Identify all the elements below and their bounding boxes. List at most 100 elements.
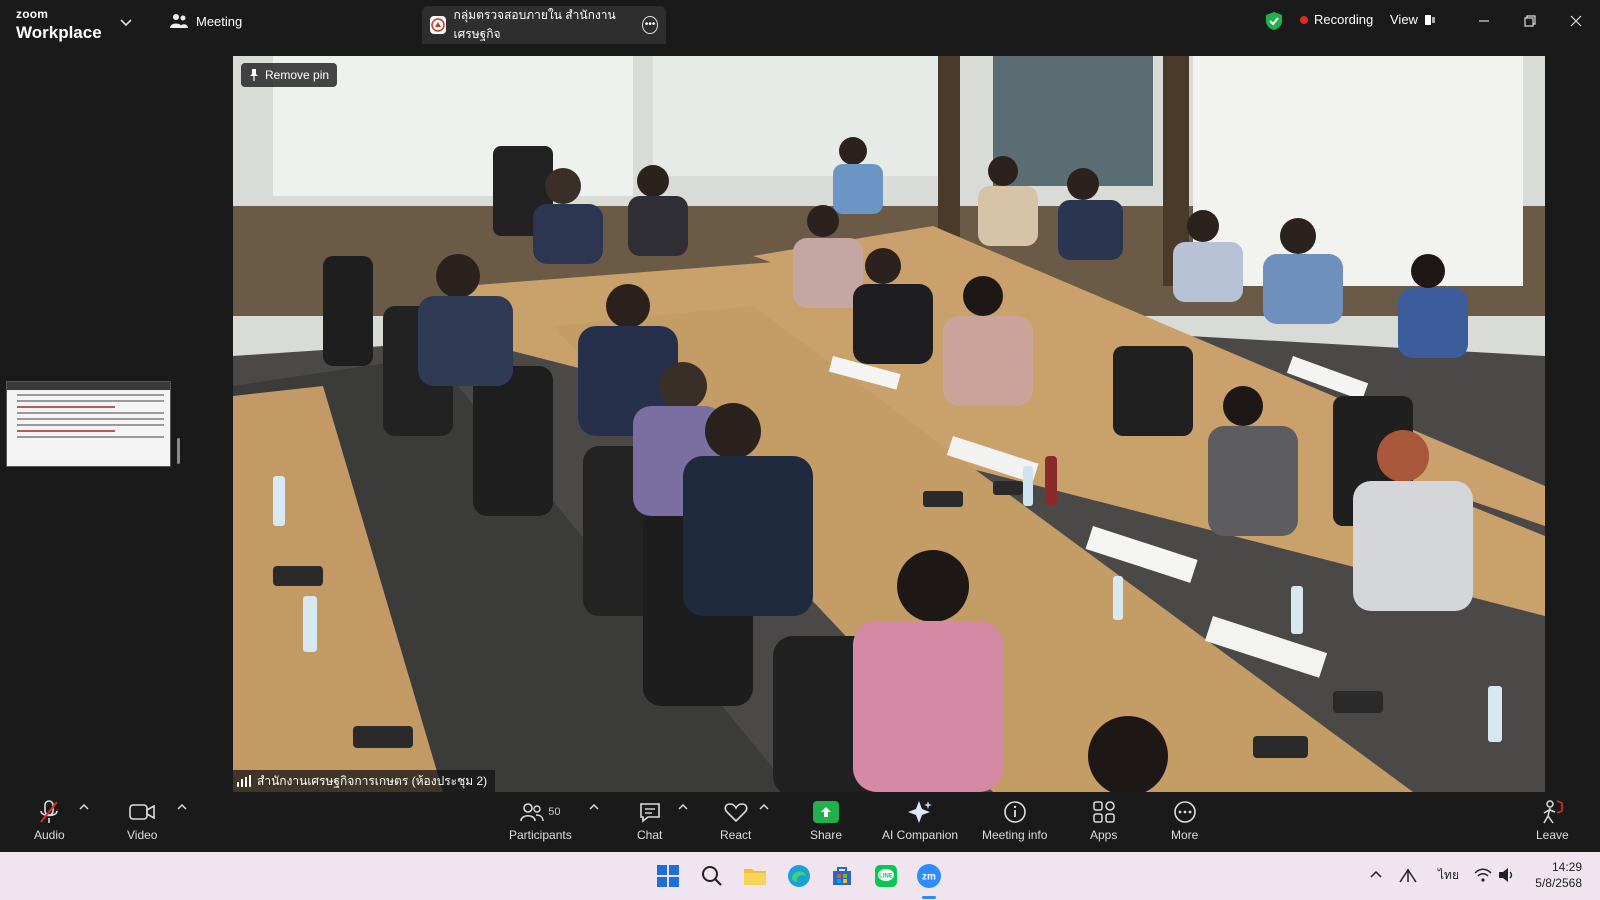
- share-button[interactable]: Share: [810, 798, 842, 842]
- video-options-caret-icon[interactable]: [177, 802, 187, 812]
- organization-logo-icon: [430, 16, 446, 34]
- view-layout-icon: [1424, 14, 1435, 25]
- thumbnail-header-bar: [7, 382, 170, 390]
- chat-options-caret-icon[interactable]: [678, 802, 688, 812]
- thumbnail-text-line: [17, 424, 164, 426]
- meeting-info-button[interactable]: Meeting info: [982, 798, 1047, 842]
- restore-button[interactable]: [1518, 10, 1542, 32]
- meeting-menu-label: Meeting: [196, 13, 243, 29]
- conference-room-scene: [233, 56, 1545, 792]
- apps-icon: [1092, 801, 1115, 823]
- view-label: View: [1390, 12, 1418, 27]
- participants-label: Participants: [509, 828, 572, 842]
- participants-button[interactable]: 50 Participants: [509, 798, 572, 842]
- pin-icon: [250, 69, 258, 81]
- thumbnail-text-line: [17, 406, 115, 408]
- meeting-controls: Audio Video 50 Participants Chat React S…: [0, 792, 1600, 852]
- info-icon: [1003, 801, 1026, 823]
- leave-person-icon: [1543, 800, 1564, 824]
- brand-small: zoom: [16, 7, 49, 21]
- apps-label: Apps: [1090, 828, 1118, 842]
- tray-overflow-chevron-icon[interactable]: [1370, 869, 1382, 881]
- close-icon: [1570, 15, 1582, 27]
- zoom-workplace-logo[interactable]: zoom Workplace: [16, 6, 102, 41]
- volume-icon[interactable]: [1498, 867, 1516, 883]
- react-options-caret-icon[interactable]: [759, 802, 769, 812]
- chat-button[interactable]: Chat: [637, 798, 662, 842]
- meeting-tab[interactable]: กลุ่มตรวจสอบภายใน สำนักงานเศรษฐกิจ •••: [422, 6, 666, 44]
- chat-bubble-icon: [639, 803, 660, 823]
- security-shield-icon[interactable]: [1265, 11, 1283, 31]
- apps-button[interactable]: Apps: [1090, 798, 1117, 842]
- file-explorer-icon[interactable]: [740, 861, 770, 891]
- remove-pin-button[interactable]: Remove pin: [241, 63, 338, 87]
- chat-label: Chat: [637, 828, 663, 842]
- pinned-video-feed[interactable]: Remove pin สำนักงานเศรษฐกิจการเกษตร (ห้อ…: [233, 56, 1545, 792]
- ai-companion-button[interactable]: AI Companion: [882, 798, 958, 842]
- minimize-icon: [1479, 20, 1489, 22]
- input-language[interactable]: ไทย: [1438, 866, 1459, 885]
- remove-pin-label: Remove pin: [265, 68, 330, 82]
- meeting-stage: Remove pin สำนักงานเศรษฐกิจการเกษตร (ห้อ…: [0, 44, 1600, 792]
- react-button[interactable]: React: [720, 798, 751, 842]
- heart-icon: [724, 803, 748, 823]
- thumbnail-text-line: [17, 412, 164, 414]
- video-label: Video: [127, 828, 158, 842]
- clock-date: 5/8/2568: [1535, 876, 1582, 890]
- participants-count: 50: [548, 806, 561, 818]
- edge-icon[interactable]: [784, 861, 814, 891]
- shared-screen-thumbnail[interactable]: [6, 381, 171, 467]
- audio-label: Audio: [34, 828, 65, 842]
- leave-label: Leave: [1536, 828, 1569, 842]
- search-icon[interactable]: [697, 861, 727, 891]
- video-camera-icon: [129, 804, 156, 820]
- participants-icon: [520, 803, 544, 822]
- more-options-icon[interactable]: •••: [642, 16, 658, 34]
- restore-icon: [1524, 15, 1536, 27]
- minimize-button[interactable]: [1472, 10, 1496, 32]
- video-button[interactable]: Video: [127, 798, 157, 842]
- active-app-indicator: [922, 896, 936, 899]
- windows-taskbar: LINE zm ไทย 14:29 5/8/2568: [0, 852, 1600, 900]
- panel-resize-handle[interactable]: [177, 438, 180, 464]
- participants-options-caret-icon[interactable]: [589, 802, 599, 812]
- ai-companion-label: AI Companion: [882, 828, 959, 842]
- thumbnail-text-line: [17, 400, 164, 402]
- more-button[interactable]: More: [1171, 798, 1198, 842]
- microphone-muted-icon: [40, 800, 59, 823]
- wifi-icon[interactable]: [1474, 867, 1492, 883]
- more-label: More: [1171, 828, 1199, 842]
- system-clock[interactable]: 14:29 5/8/2568: [1535, 859, 1582, 891]
- share-screen-icon: [813, 801, 840, 823]
- audio-options-caret-icon[interactable]: [79, 802, 89, 812]
- line-icon[interactable]: LINE: [871, 861, 901, 891]
- thumbnail-text-line: [17, 430, 115, 432]
- view-menu[interactable]: View: [1390, 12, 1436, 27]
- participant-name: สำนักงานเศรษฐกิจการเกษตร (ห้องประชุม 2): [257, 773, 488, 788]
- recording-label: Recording: [1314, 12, 1374, 27]
- chevron-down-icon[interactable]: [118, 14, 134, 30]
- audio-button[interactable]: Audio: [34, 798, 65, 842]
- thumbnail-text-line: [17, 394, 164, 396]
- tab-title: กลุ่มตรวจสอบภายใน สำนักงานเศรษฐกิจ: [453, 8, 616, 41]
- brand-big: Workplace: [16, 23, 102, 42]
- title-bar: zoom Workplace Meeting กลุ่มตรวจสอบภายใน…: [0, 0, 1600, 44]
- react-label: React: [720, 828, 752, 842]
- meeting-menu[interactable]: Meeting: [170, 13, 242, 29]
- meeting-info-label: Meeting info: [982, 828, 1048, 842]
- store-icon[interactable]: [827, 861, 857, 891]
- recording-dot-icon: [1300, 15, 1308, 24]
- windows-start-icon[interactable]: [653, 861, 683, 891]
- more-dots-icon: [1173, 801, 1196, 823]
- network-status-icon[interactable]: [1398, 866, 1418, 884]
- leave-button[interactable]: Leave: [1536, 798, 1569, 842]
- share-label: Share: [810, 828, 843, 842]
- thumbnail-text-line: [17, 418, 164, 420]
- svg-text:zm: zm: [922, 872, 936, 883]
- zoom-icon[interactable]: zm: [914, 861, 944, 891]
- close-button[interactable]: [1564, 10, 1588, 32]
- thumbnail-text-line: [17, 436, 164, 438]
- signal-strength-icon: [237, 775, 251, 787]
- recording-indicator[interactable]: Recording: [1300, 12, 1373, 27]
- ai-sparkle-icon: [908, 801, 933, 823]
